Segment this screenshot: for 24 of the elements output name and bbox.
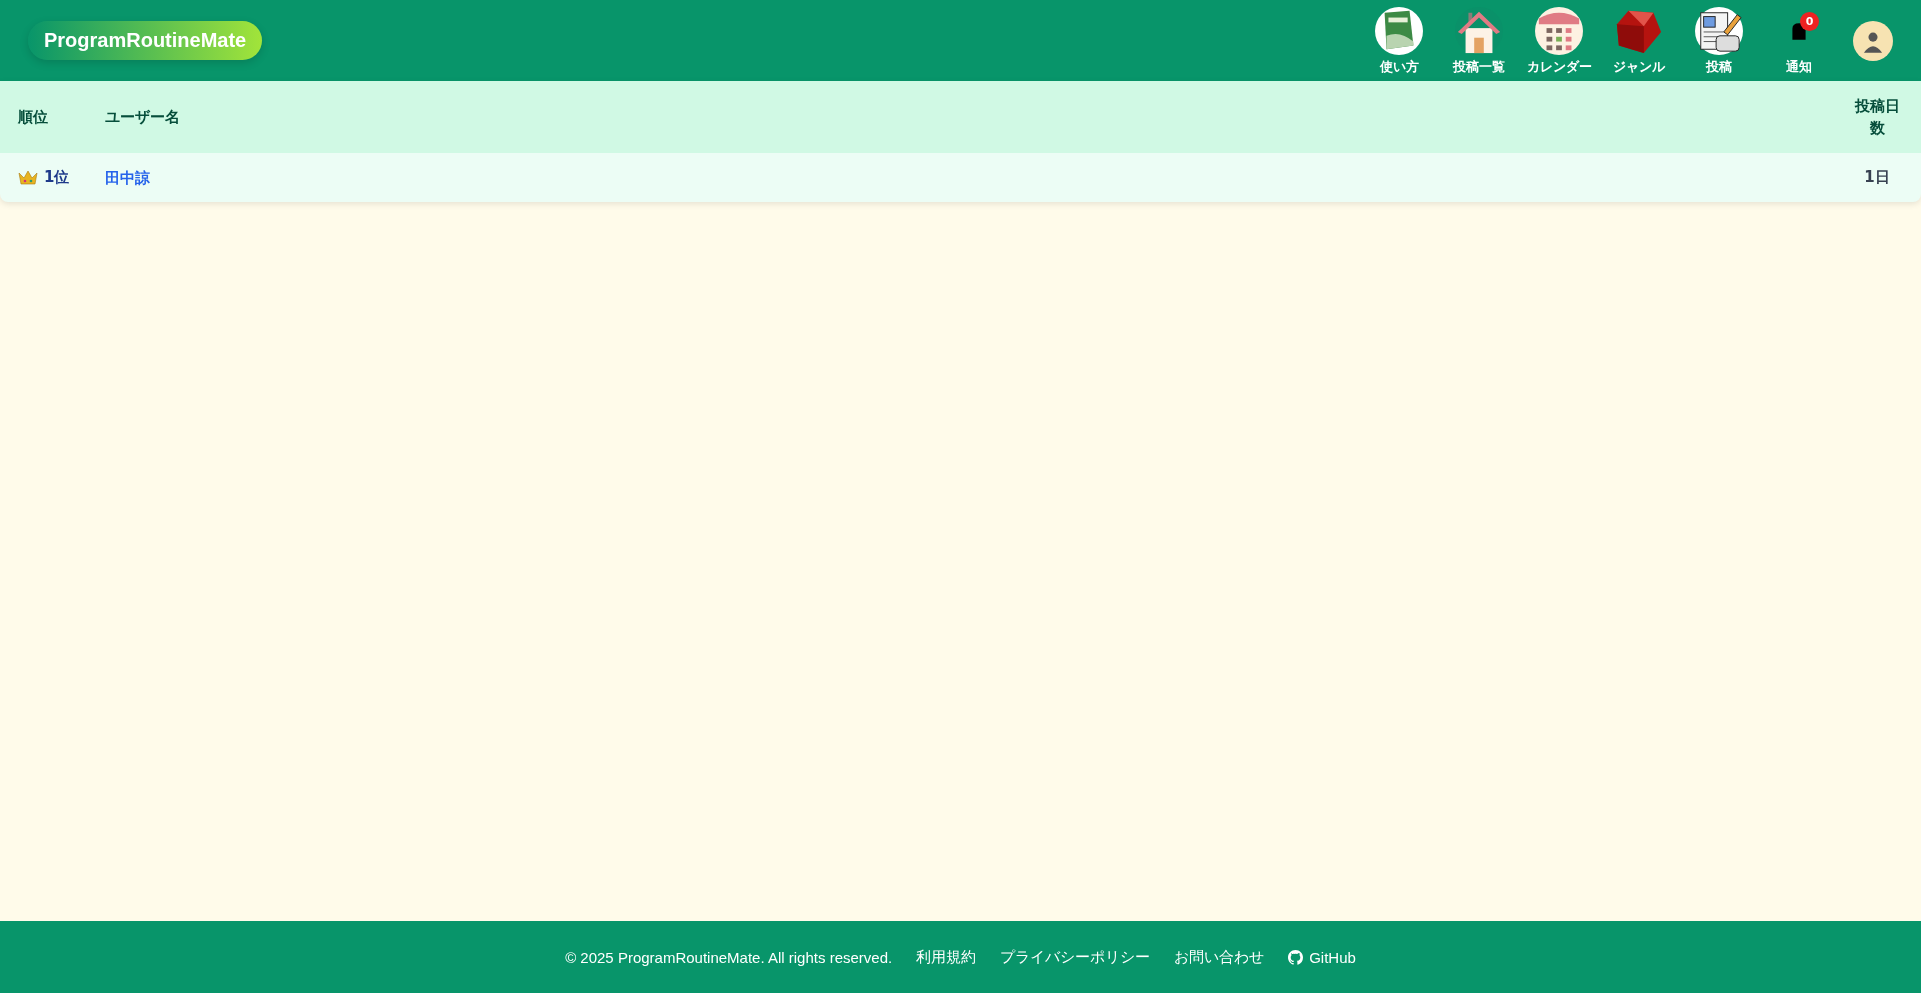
nav-link[interactable]: 使い方 (1359, 5, 1439, 76)
notification-count: 0 (1800, 11, 1819, 31)
column-header: 投稿日数 (1853, 96, 1901, 139)
nav-link[interactable]: カレンダー (1519, 5, 1599, 76)
user-link[interactable]: 田中諒 (105, 168, 150, 187)
calendar-icon (1535, 6, 1583, 55)
footer-link[interactable]: GitHub (1288, 948, 1356, 966)
nav-link[interactable]: 投稿 (1679, 5, 1759, 76)
column-header: 順位 (18, 107, 49, 128)
footer-link[interactable]: 利用規約 (916, 947, 977, 967)
nav-link[interactable]: 投稿一覧 (1439, 5, 1519, 76)
footer-link[interactable]: お問い合わせ (1174, 947, 1265, 967)
user-avatar[interactable] (1853, 20, 1893, 61)
rank-text: 1位 (44, 168, 70, 187)
book-icon (1375, 6, 1423, 55)
column-header: ユーザー名 (105, 107, 181, 128)
copyright-text: © 2025 ProgramRoutineMate. All rights reserved. (565, 948, 893, 966)
footer-link[interactable]: プライバシーポリシー (1000, 947, 1151, 967)
document-pencil-icon (1695, 6, 1743, 55)
table-cell-text: 1日 (1863, 168, 1891, 187)
brand-logo[interactable]: ProgramRoutineMate (28, 21, 263, 60)
github-icon (1288, 949, 1304, 965)
nav-link[interactable]: ジャンル (1599, 5, 1679, 76)
notification-link[interactable]: 0 通知 (1759, 5, 1839, 76)
